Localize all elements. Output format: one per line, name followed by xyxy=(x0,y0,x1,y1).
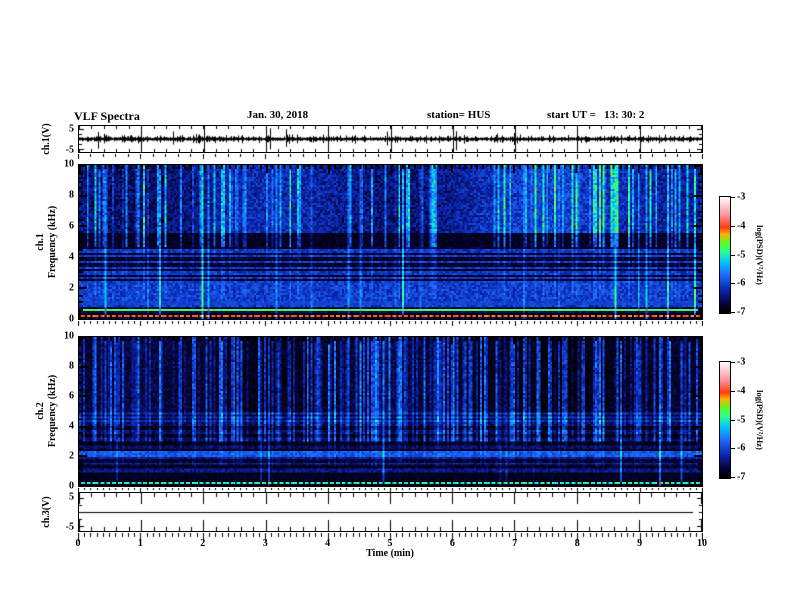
ch1-waveform-canvas xyxy=(79,126,702,152)
ch2-spectrogram-outer-ticks xyxy=(78,488,703,492)
station-label: station= HUS xyxy=(427,109,491,121)
colorbar-ch2-gradient xyxy=(720,362,730,478)
y-tick-label: 2 xyxy=(69,450,74,462)
x-tick-label: 8 xyxy=(574,538,580,549)
ch2-spectrogram-panel xyxy=(78,336,703,487)
plot-date: Jan. 30, 2018 xyxy=(247,109,309,121)
x-tick-label: 3 xyxy=(262,538,268,549)
colorbar-tick xyxy=(731,197,735,198)
ch1-spectrogram-outer-ticks xyxy=(78,321,703,327)
colorbar-ch1 xyxy=(719,196,731,314)
x-tick-label: 5 xyxy=(387,538,393,549)
plot-title: VLF Spectra xyxy=(74,109,140,123)
ch1-waveform-panel xyxy=(78,125,703,153)
y-tick-label: 6 xyxy=(69,390,74,402)
ch1-waveform-outer-ticks xyxy=(78,154,703,160)
colorbar-tick-label: -5 xyxy=(737,249,746,260)
x-tick-label: 7 xyxy=(512,538,518,549)
y-tick-label: -5 xyxy=(65,521,74,533)
colorbar-ch2 xyxy=(719,361,731,479)
x-tick-label: 0 xyxy=(75,538,81,549)
ch2-frequency-axis-label: ch.2 Frequency (kHz) xyxy=(35,374,58,448)
ch3-waveform-panel xyxy=(78,492,703,532)
ch1-spectrogram-canvas xyxy=(79,165,702,319)
y-tick-label: 4 xyxy=(69,420,74,432)
y-tick-label: 4 xyxy=(69,251,74,263)
colorbar-ch2-title: log(PSD)(V²/Hz) xyxy=(755,390,765,450)
y-tick-label: 10 xyxy=(64,330,74,342)
colorbar-ch1-gradient xyxy=(720,197,730,313)
colorbar-tick-label: -6 xyxy=(737,277,746,289)
colorbar-tick-label: -3 xyxy=(737,191,746,203)
ch2-spectrogram-canvas xyxy=(79,337,702,486)
time-axis-title: Time (min) xyxy=(366,548,414,559)
ch1-frequency-axis-label: ch.1 Frequency (kHz) xyxy=(35,205,58,279)
colorbar-tick xyxy=(731,312,735,313)
colorbar-tick-label: -5 xyxy=(737,414,746,425)
colorbar-tick-label: -4 xyxy=(737,220,746,232)
colorbar-tick xyxy=(731,254,735,256)
x-tick-label: 9 xyxy=(637,538,643,549)
colorbar-tick xyxy=(731,419,735,421)
colorbar-tick-label: -7 xyxy=(737,306,746,318)
y-tick-label: 8 xyxy=(69,360,74,372)
colorbar-tick xyxy=(731,362,735,363)
y-tick-label: 10 xyxy=(64,158,74,170)
ch3-waveform-canvas xyxy=(79,493,702,531)
colorbar-ch1-title: log(PSD)(V²/Hz) xyxy=(755,225,765,285)
x-tick-label: 1 xyxy=(137,538,143,549)
x-tick-label: 2 xyxy=(200,538,206,549)
colorbar-tick-label: -6 xyxy=(737,442,746,454)
y-tick-label: 0 xyxy=(69,313,74,325)
x-tick-label: 10 xyxy=(697,538,707,549)
vlf-spectra-plot: VLF Spectra Jan. 30, 2018 station= HUS s… xyxy=(0,0,792,612)
ch1-spectrogram-panel xyxy=(78,164,703,320)
colorbar-tick xyxy=(731,448,735,450)
ch1-voltage-axis-label: ch.1(V) xyxy=(41,123,52,155)
y-tick-label: -5 xyxy=(65,144,74,155)
colorbar-tick xyxy=(731,225,735,227)
colorbar-tick xyxy=(731,477,735,478)
y-tick-label: 6 xyxy=(69,220,74,232)
y-tick-label: 5 xyxy=(69,491,74,503)
x-tick-label: 4 xyxy=(325,538,331,549)
colorbar-tick-label: -3 xyxy=(737,356,746,368)
x-tick-label: 6 xyxy=(449,538,455,549)
colorbar-tick-label: -7 xyxy=(737,471,746,483)
colorbar-tick xyxy=(731,283,735,285)
y-tick-label: 0 xyxy=(69,480,74,492)
ch3-voltage-axis-label: ch.3(V) xyxy=(41,496,52,528)
start-ut-label: start UT = 13: 30: 2 xyxy=(547,109,645,121)
y-tick-label: 2 xyxy=(69,282,74,294)
y-tick-label: 5 xyxy=(69,123,74,134)
y-tick-label: 8 xyxy=(69,189,74,201)
colorbar-tick xyxy=(731,390,735,392)
colorbar-tick-label: -4 xyxy=(737,385,746,397)
